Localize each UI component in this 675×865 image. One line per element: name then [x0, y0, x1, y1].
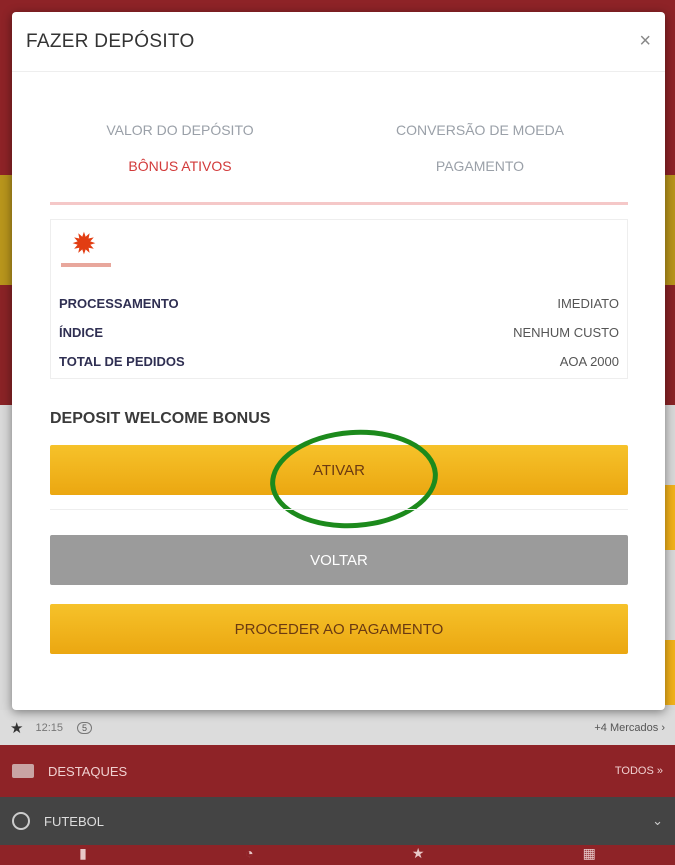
bg-odds-tab[interactable] — [665, 485, 675, 550]
step-bonus-ativos[interactable]: BÔNUS ATIVOS — [50, 158, 310, 174]
highlight-icon — [12, 764, 34, 778]
futebol-bar[interactable]: FUTEBOL ⌄ — [0, 797, 675, 845]
modal-header: FAZER DEPÓSITO × — [12, 12, 665, 72]
step-pagamento[interactable]: PAGAMENTO — [350, 158, 610, 174]
nav-menu-icon[interactable]: ▦ — [583, 845, 596, 865]
back-button[interactable]: VOLTAR — [50, 535, 628, 585]
deposit-steps: VALOR DO DEPÓSITO CONVERSÃO DE MOEDA BÔN… — [50, 112, 628, 205]
futebol-label: FUTEBOL — [44, 813, 104, 829]
close-icon[interactable]: × — [639, 30, 651, 53]
proceed-payment-button[interactable]: PROCEDER AO PAGAMENTO — [50, 604, 628, 654]
info-value: NENHUM CUSTO — [513, 325, 619, 340]
divider — [50, 509, 628, 510]
info-label: TOTAL DE PEDIDOS — [59, 354, 185, 369]
match-time: 12:15 — [35, 721, 63, 734]
nav-clock-icon[interactable]: ◔ — [245, 845, 253, 865]
football-icon — [12, 812, 30, 830]
todos-label: TODOS — [614, 765, 654, 777]
deposit-modal: FAZER DEPÓSITO × VALOR DO DEPÓSITO CONVE… — [12, 12, 665, 710]
info-row-total-pedidos: TOTAL DE PEDIDOS AOA 2000 — [59, 354, 619, 369]
info-row-indice: ÍNDICE NENHUM CUSTO — [59, 325, 619, 340]
bonus-title: DEPOSIT WELCOME BONUS — [50, 410, 271, 427]
bottom-nav: ▮ ◔ ★ ▦ — [0, 845, 675, 865]
markets-link-label: +4 Mercados — [594, 721, 659, 734]
activate-bonus-button[interactable]: ATIVAR — [50, 445, 628, 495]
payment-info-card: ✹ PROCESSAMENTO IMEDIATO ÍNDICE NENHUM C… — [50, 219, 628, 379]
gear-logo-icon: ✹ — [61, 230, 111, 272]
info-label: ÍNDICE — [59, 325, 104, 340]
step-conversao-moeda[interactable]: CONVERSÃO DE MOEDA — [350, 122, 610, 138]
info-value: IMEDIATO — [557, 296, 619, 311]
destaques-label: DESTAQUES — [48, 763, 128, 779]
destaques-bar[interactable]: DESTAQUES TODOS » — [0, 745, 675, 797]
markets-link[interactable]: +4 Mercados › — [594, 722, 665, 734]
info-row-processamento: PROCESSAMENTO IMEDIATO — [59, 296, 619, 311]
nav-ticket-icon[interactable]: ▮ — [79, 845, 87, 865]
star-icon[interactable]: ★ — [10, 719, 23, 737]
bg-odds-tab[interactable] — [665, 640, 675, 705]
todos-link[interactable]: TODOS » — [615, 765, 663, 777]
chevron-down-icon[interactable]: ⌄ — [652, 813, 663, 829]
info-label: PROCESSAMENTO — [59, 296, 179, 311]
step-valor-deposito[interactable]: VALOR DO DEPÓSITO — [50, 122, 310, 138]
info-value: AOA 2000 — [559, 354, 619, 369]
nav-star-icon[interactable]: ★ — [412, 845, 425, 865]
bg-match-row[interactable]: ★ 12:15 5 +4 Mercados › — [0, 710, 675, 745]
tv-badge: 5 — [76, 721, 92, 734]
modal-title: FAZER DEPÓSITO — [26, 30, 195, 52]
